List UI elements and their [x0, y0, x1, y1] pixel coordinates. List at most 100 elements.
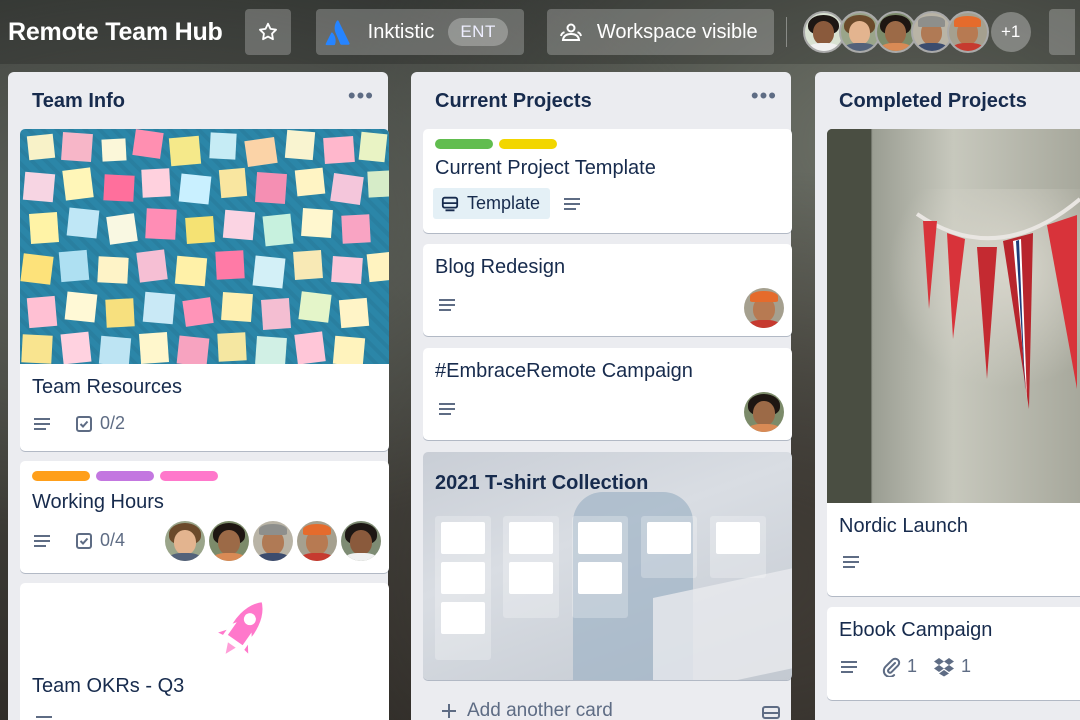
description-icon	[839, 658, 865, 676]
card-blog-redesign[interactable]: Blog Redesign	[423, 244, 792, 336]
preview-card	[509, 522, 553, 554]
workspace-button[interactable]: Inktistic ENT	[315, 9, 524, 55]
checkbox-icon	[76, 415, 92, 432]
member-avatar[interactable]	[341, 521, 381, 561]
description-icon	[32, 532, 58, 550]
list-title[interactable]: Team Info	[32, 90, 125, 113]
card-title: Team OKRs - Q3	[32, 675, 185, 697]
create-from-template-icon[interactable]	[761, 704, 781, 720]
card-current-project-template[interactable]: Current Project Template Template	[423, 129, 792, 233]
label-purple[interactable]	[96, 471, 154, 481]
member-avatar[interactable]	[744, 288, 784, 328]
list-current-projects: Current Projects ••• Current Project Tem…	[411, 72, 792, 720]
board-title[interactable]: Remote Team Hub	[8, 14, 223, 51]
description-icon	[437, 400, 457, 423]
dropbox-icon	[934, 657, 955, 676]
card-title: Ebook Campaign	[839, 619, 993, 641]
checklist-count: 0/2	[100, 413, 126, 433]
member-avatar[interactable]	[165, 521, 205, 561]
list-title[interactable]: Completed Projects	[839, 90, 1027, 113]
description-icon	[34, 713, 54, 720]
card-embraceremote-campaign[interactable]: #EmbraceRemote Campaign	[423, 348, 792, 440]
workspace-name: Inktistic	[367, 20, 435, 43]
atlassian-logo-icon	[325, 20, 350, 46]
card-labels	[423, 129, 792, 149]
star-icon	[258, 22, 277, 41]
member-avatar[interactable]	[297, 521, 337, 561]
card-nordic-launch[interactable]: Nordic Launch	[827, 129, 1080, 596]
preview-card	[647, 522, 691, 554]
bunting-flags-icon	[915, 197, 1080, 409]
list-header: Completed Projects	[815, 72, 1080, 130]
description-icon	[562, 195, 588, 213]
card-team-okrs[interactable]: Team OKRs - Q3	[20, 583, 389, 720]
dropbox-count: 1	[961, 656, 972, 676]
add-card-label: Add another card	[467, 700, 613, 720]
card-labels	[20, 461, 389, 481]
label-orange[interactable]	[32, 471, 90, 481]
card-members	[744, 392, 784, 432]
plus-icon	[442, 704, 456, 718]
preview-card	[578, 522, 622, 554]
visibility-button[interactable]: Workspace visible	[546, 9, 774, 55]
card-members	[165, 521, 381, 561]
more-members-button[interactable]: +1	[990, 12, 1031, 52]
list-menu-icon[interactable]: •••	[348, 85, 374, 107]
member-avatar[interactable]	[253, 521, 293, 561]
attachment-badge: 1	[881, 656, 917, 677]
list-header: Team Info •••	[8, 72, 388, 130]
enterprise-badge: ENT	[448, 18, 508, 46]
card-badges: Template	[423, 180, 792, 219]
description-icon	[32, 415, 58, 433]
template-label: Template	[467, 193, 541, 213]
card-ebook-campaign[interactable]: Ebook Campaign 1 1	[827, 607, 1080, 700]
team-visibility-icon	[559, 23, 582, 41]
checkbox-icon	[76, 532, 92, 549]
card-team-resources[interactable]: Team Resources 0/2	[20, 129, 389, 451]
description-icon	[437, 296, 457, 319]
card-title: Team Resources	[32, 376, 183, 398]
list-completed-projects: Completed Projects Nordic Launch Ebook C…	[815, 72, 1080, 720]
list-header: Current Projects •••	[411, 72, 791, 130]
preview-card	[578, 562, 622, 594]
list-menu-icon[interactable]: •••	[751, 85, 777, 107]
preview-card	[716, 522, 760, 554]
add-card-button[interactable]: Add another card	[439, 700, 613, 720]
member-avatar[interactable]	[946, 11, 989, 53]
star-board-button[interactable]	[244, 9, 291, 55]
list-title[interactable]: Current Projects	[435, 90, 592, 113]
label-green[interactable]	[435, 139, 493, 149]
card-title: Working Hours	[32, 491, 164, 513]
attachment-count: 1	[907, 656, 918, 676]
rocket-icon	[207, 596, 268, 664]
checklist-count: 0/4	[100, 530, 126, 550]
card-title: 2021 T-shirt Collection	[435, 472, 649, 494]
card-cover-image	[20, 129, 389, 364]
member-avatar[interactable]	[744, 392, 784, 432]
rocket-sticker	[198, 589, 288, 669]
preview-card	[441, 522, 485, 554]
label-yellow[interactable]	[499, 139, 557, 149]
share-button[interactable]	[1048, 9, 1075, 55]
preview-card	[509, 562, 553, 594]
card-title: Blog Redesign	[435, 256, 566, 278]
card-title: Nordic Launch	[839, 515, 968, 537]
visibility-label: Workspace visible	[596, 20, 758, 43]
card-working-hours[interactable]: Working Hours 0/4	[20, 461, 389, 573]
board-header: Remote Team Hub Inktistic ENT Workspace …	[0, 0, 1080, 64]
card-cover-image	[827, 129, 1080, 503]
checklist-badge: 0/2	[74, 413, 125, 434]
preview-card	[441, 562, 485, 594]
label-pink[interactable]	[160, 471, 218, 481]
card-title: #EmbraceRemote Campaign	[435, 360, 693, 382]
member-avatar[interactable]	[209, 521, 249, 561]
paperclip-icon	[882, 657, 901, 677]
template-badge: Template	[433, 188, 551, 219]
dropbox-badge: 1	[933, 656, 971, 677]
header-divider	[785, 17, 787, 47]
template-icon	[441, 196, 459, 211]
card-tshirt-collection[interactable]: 2021 T-shirt Collection	[423, 452, 792, 680]
list-team-info: Team Info ••• Team Resources 0/2 Working…	[8, 72, 389, 720]
card-title: Current Project Template	[435, 157, 656, 179]
card-members	[744, 288, 784, 328]
